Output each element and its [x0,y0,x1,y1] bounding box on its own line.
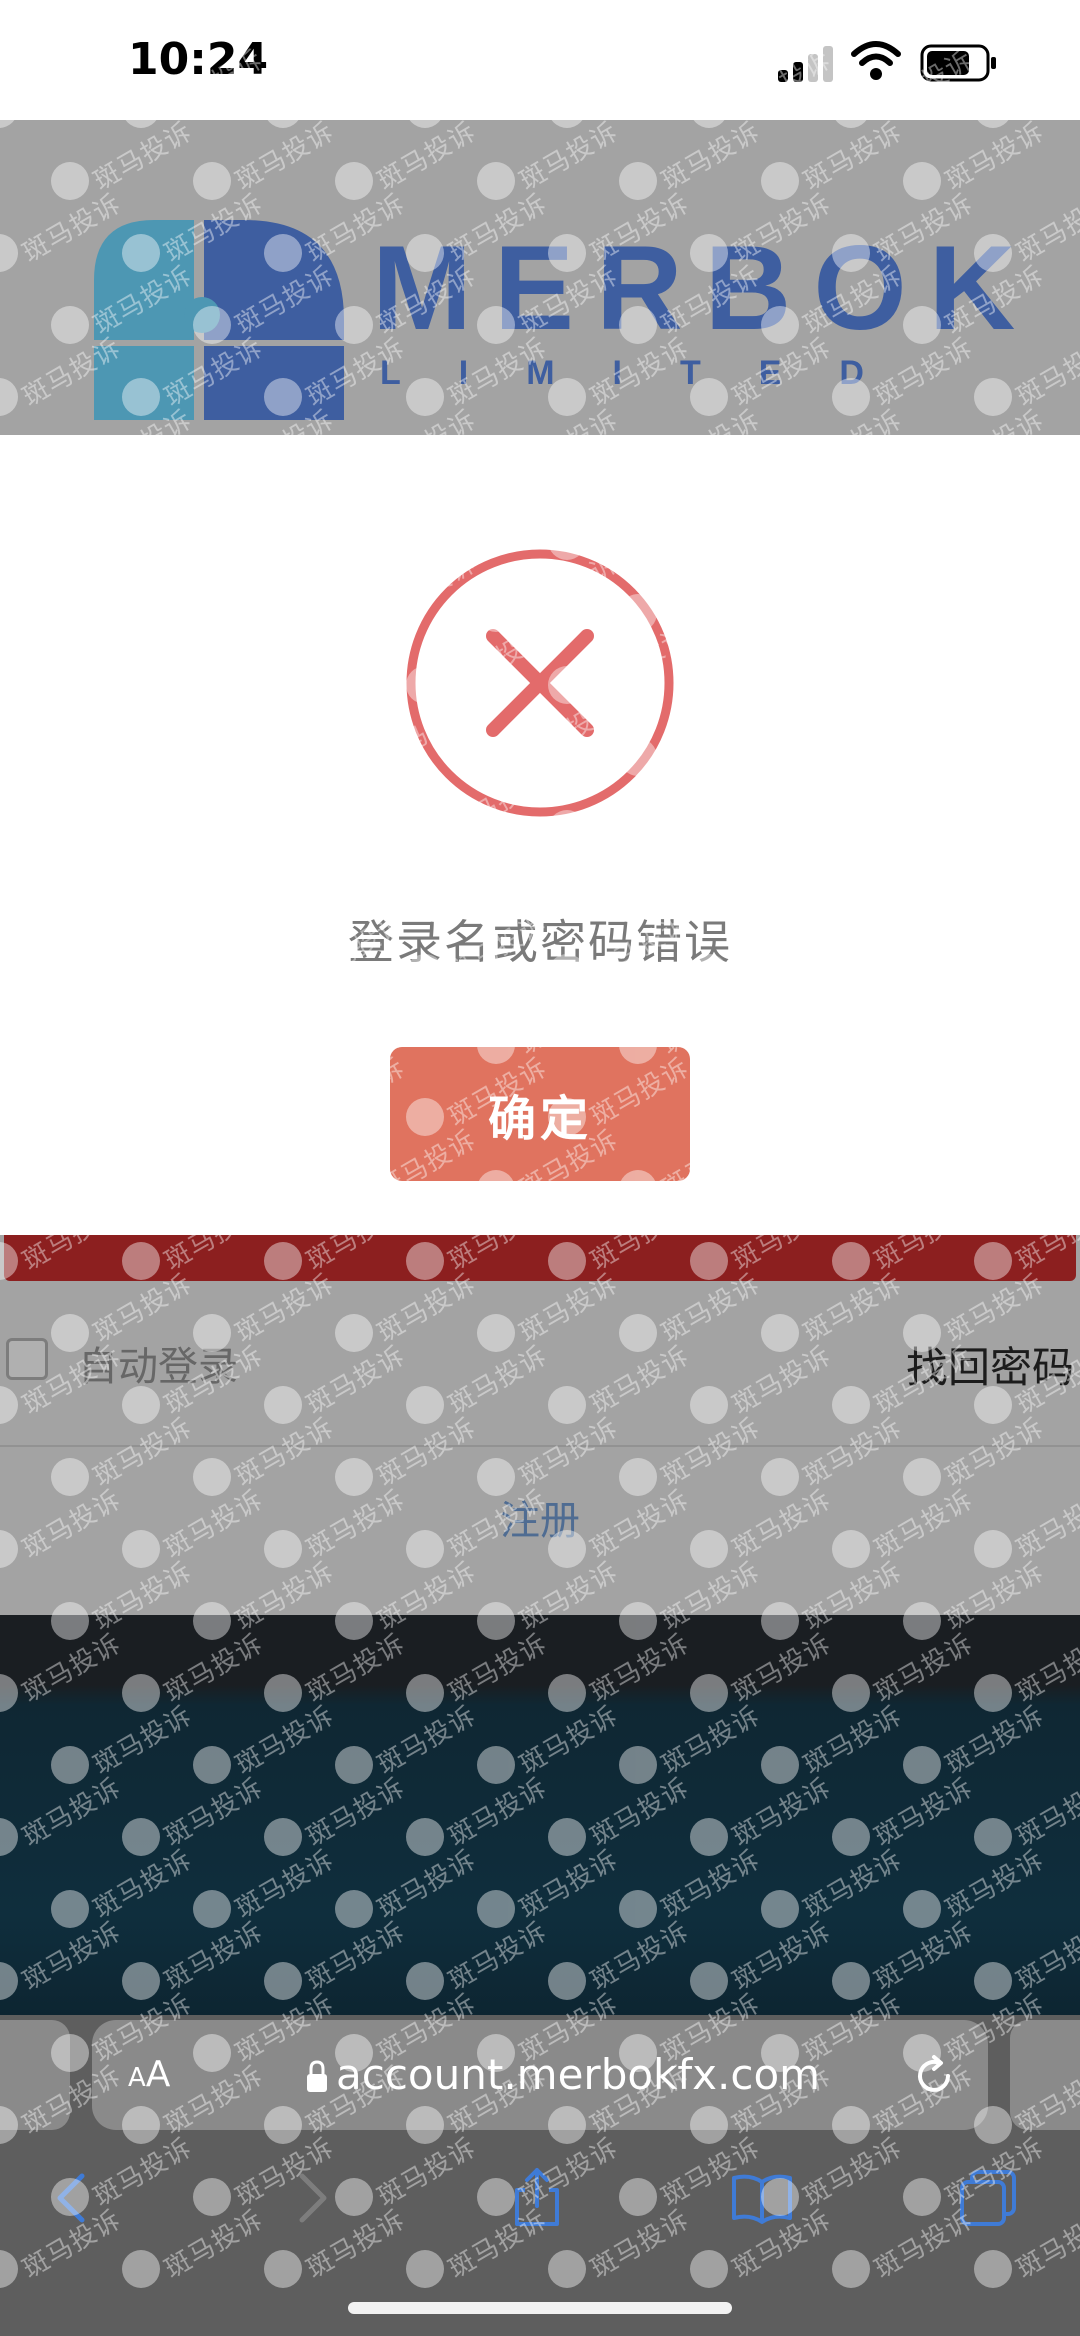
previous-tab-card[interactable] [0,2020,70,2130]
reload-icon[interactable] [912,2054,956,2098]
back-icon[interactable] [42,2166,106,2230]
login-form-backdrop [0,1235,1080,1615]
confirm-button[interactable]: 确定 [390,1047,690,1181]
battery-icon [920,44,996,82]
share-icon[interactable] [505,2166,569,2230]
background-photo [0,1615,1080,2015]
text-size-small-a: A [128,2063,146,2093]
auto-login-label: 自动登录 [78,1344,238,1390]
text-size-big-a: A [145,2054,171,2095]
merbok-logo-mark [94,220,344,420]
url-text[interactable]: account.merbokfx.com [336,2050,820,2099]
text-size-button[interactable]: AA [128,2054,170,2095]
forward-icon[interactable] [278,2166,342,2230]
home-indicator [348,2302,732,2314]
error-x-icon [406,549,674,817]
wifi-icon [851,41,901,80]
signal-icon [778,46,834,82]
divider [0,1445,1080,1447]
next-tab-card[interactable] [1010,2020,1080,2130]
lock-icon [307,2060,327,2092]
error-message: 登录名或密码错误 [348,915,732,969]
limited-logo-text: LIMITED [380,354,922,392]
forgot-password-link[interactable]: 找回密码 [906,1334,1074,1395]
status-time: 10:24 [128,34,269,85]
merbok-logo-text: MERBOK [372,221,1038,355]
register-link[interactable]: 注册 [0,1488,1080,1546]
auto-login-checkbox[interactable] [6,1338,48,1380]
bookmarks-icon[interactable] [730,2166,794,2230]
login-button[interactable] [4,1235,1076,1281]
tabs-icon[interactable] [956,2166,1020,2230]
